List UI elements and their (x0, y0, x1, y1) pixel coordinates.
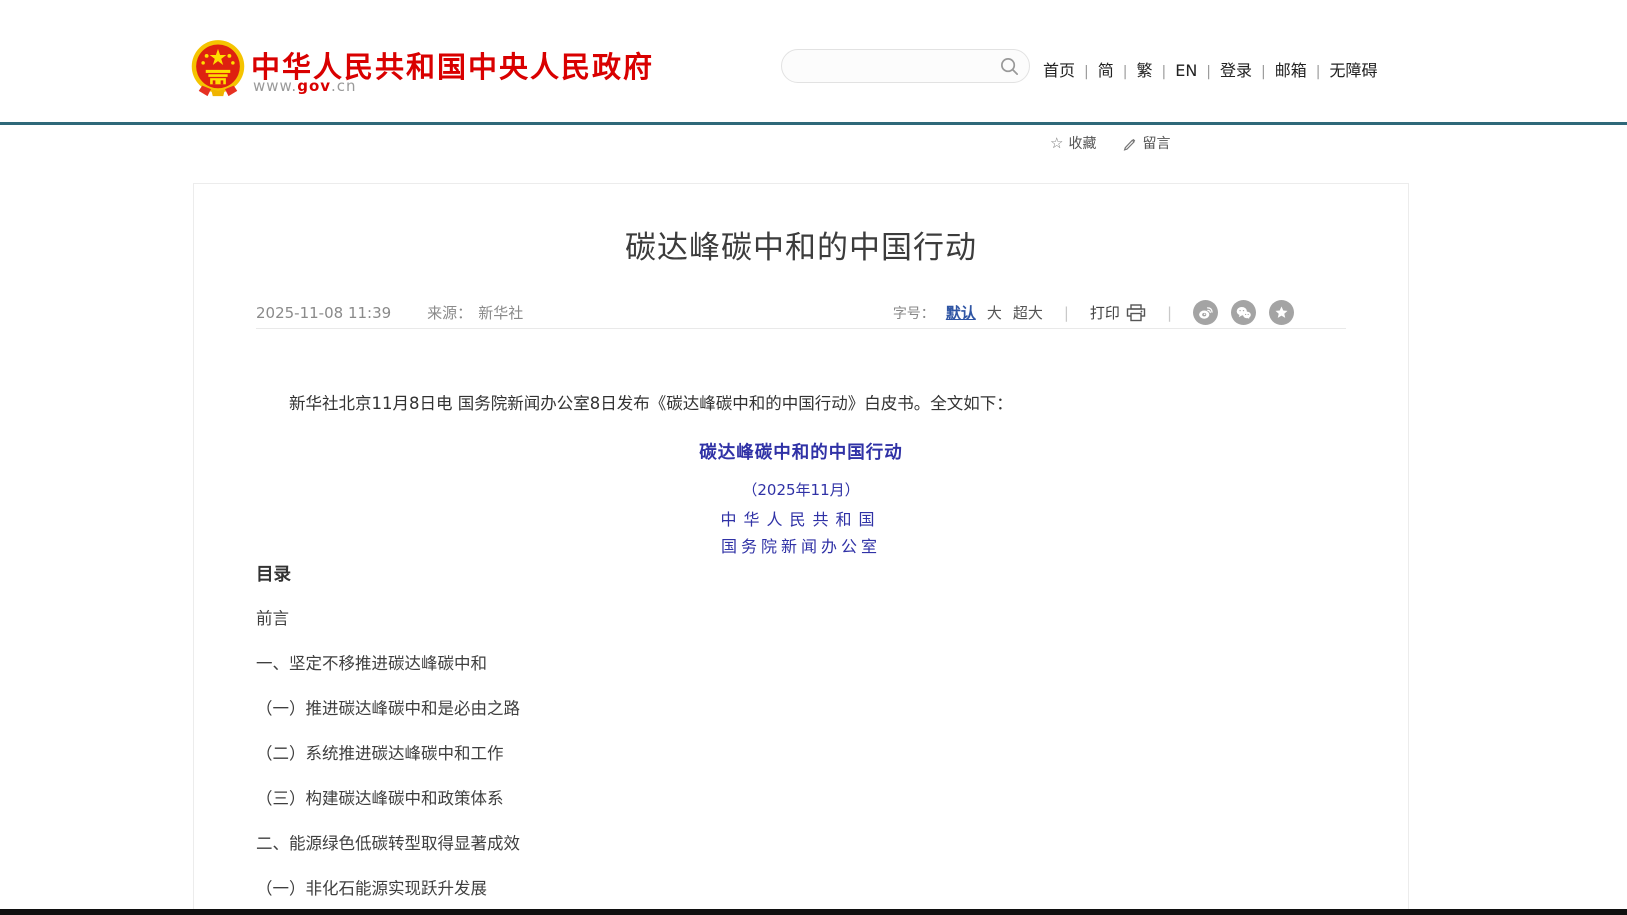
nav-simplified[interactable]: 简 (1098, 61, 1114, 80)
font-size-label: 字号： (893, 303, 935, 323)
nav-separator: | (1161, 64, 1166, 80)
national-emblem-logo[interactable] (190, 38, 246, 100)
nav-accessibility[interactable]: 无障碍 (1329, 61, 1377, 80)
wechat-icon (1235, 304, 1252, 321)
share-more-button[interactable] (1269, 300, 1294, 325)
header-divider-line (0, 122, 1627, 125)
message-button[interactable]: 留言 (1122, 133, 1170, 153)
page: 中华人民共和国中央人民政府 www.gov.cn 首页|简|繁|EN|登录|邮箱… (0, 0, 1627, 915)
weibo-icon (1197, 304, 1214, 321)
source-label: 来源： (427, 304, 472, 322)
nav-separator: | (1316, 64, 1321, 80)
font-size-xlarge-button[interactable]: 超大 (1013, 302, 1043, 323)
lead-paragraph: 新华社北京11月8日电 国务院新闻办公室8日发布《碳达峰碳中和的中国行动》白皮书… (256, 390, 1346, 418)
font-size-default-button[interactable]: 默认 (946, 302, 976, 323)
site-url-suffix: .cn (331, 77, 357, 95)
quickbar: ☆ 收藏 留言 (1050, 133, 1170, 153)
nav-english[interactable]: EN (1175, 61, 1197, 80)
article-title: 碳达峰碳中和的中国行动 (194, 222, 1408, 267)
search-icon[interactable] (999, 56, 1020, 77)
search-input[interactable] (798, 53, 993, 79)
share-wechat-button[interactable] (1231, 300, 1256, 325)
article-meta-left: 2025-11-08 11:39 来源： 新华社 (256, 302, 523, 323)
printer-icon (1126, 304, 1146, 322)
nav-separator: | (1123, 64, 1128, 80)
nav-traditional[interactable]: 繁 (1136, 61, 1152, 80)
white-paper-country-line: 中华人民共和国 (194, 506, 1408, 530)
nav-home[interactable]: 首页 (1043, 61, 1075, 80)
toc-title: 目录 (256, 566, 1346, 584)
favorite-button[interactable]: ☆ 收藏 (1050, 133, 1096, 153)
meta-divider-line (256, 328, 1346, 329)
site-url[interactable]: www.gov.cn (253, 77, 357, 95)
message-label: 留言 (1142, 133, 1170, 153)
site-url-prefix: www. (253, 77, 297, 95)
toc-item: （一）推进碳达峰碳中和是必由之路 (256, 700, 1346, 718)
nav-separator: | (1206, 64, 1211, 80)
article-date: 2025-11-08 11:39 (256, 304, 391, 322)
article-card: 碳达峰碳中和的中国行动 2025-11-08 11:39 来源： 新华社 字号： 默… (193, 183, 1409, 915)
nav-separator: | (1084, 64, 1089, 80)
white-paper-date: （2025年11月） (194, 479, 1408, 500)
toc-item: 二、能源绿色低碳转型取得显著成效 (256, 835, 1346, 853)
toc-item: 前言 (256, 610, 1346, 628)
article-meta-right: 字号： 默认 大 超大 | 打印 | (893, 300, 1294, 325)
toc-item: （二）系统推进碳达峰碳中和工作 (256, 745, 1346, 763)
print-label: 打印 (1090, 302, 1120, 323)
bottom-edge-line (0, 909, 1627, 915)
white-paper-office-line: 国务院新闻办公室 (194, 533, 1408, 557)
white-paper-title: 碳达峰碳中和的中国行动 (194, 439, 1408, 464)
star-outline-icon: ☆ (1050, 134, 1063, 152)
print-button[interactable]: 打印 (1090, 302, 1146, 323)
nav-mail[interactable]: 邮箱 (1275, 61, 1307, 80)
meta-separator: | (1064, 304, 1069, 322)
favorite-label: 收藏 (1068, 133, 1096, 153)
share-star-icon (1274, 305, 1289, 320)
toc-item: （三）构建碳达峰碳中和政策体系 (256, 790, 1346, 808)
site-url-gov: gov (297, 77, 331, 95)
national-emblem-icon (190, 38, 246, 100)
table-of-contents: 目录 前言 一、坚定不移推进碳达峰碳中和 （一）推进碳达峰碳中和是必由之路 （二… (256, 566, 1346, 915)
toc-item: 一、坚定不移推进碳达峰碳中和 (256, 655, 1346, 673)
article-source[interactable]: 新华社 (478, 304, 523, 322)
nav-separator: | (1261, 64, 1266, 80)
top-nav: 首页 | 简 | 繁 | EN | 登录 | 邮箱 | 无障碍 (1043, 57, 1377, 81)
share-weibo-button[interactable] (1193, 300, 1218, 325)
toc-item: （一）非化石能源实现跃升发展 (256, 880, 1346, 898)
meta-separator: | (1167, 304, 1172, 322)
article-meta-row: 2025-11-08 11:39 来源： 新华社 字号： 默认 大 超大 | 打印 (256, 300, 1346, 324)
nav-login[interactable]: 登录 (1220, 61, 1252, 80)
font-size-large-button[interactable]: 大 (987, 302, 1002, 323)
pencil-icon (1122, 136, 1137, 151)
search-box[interactable] (781, 49, 1030, 83)
